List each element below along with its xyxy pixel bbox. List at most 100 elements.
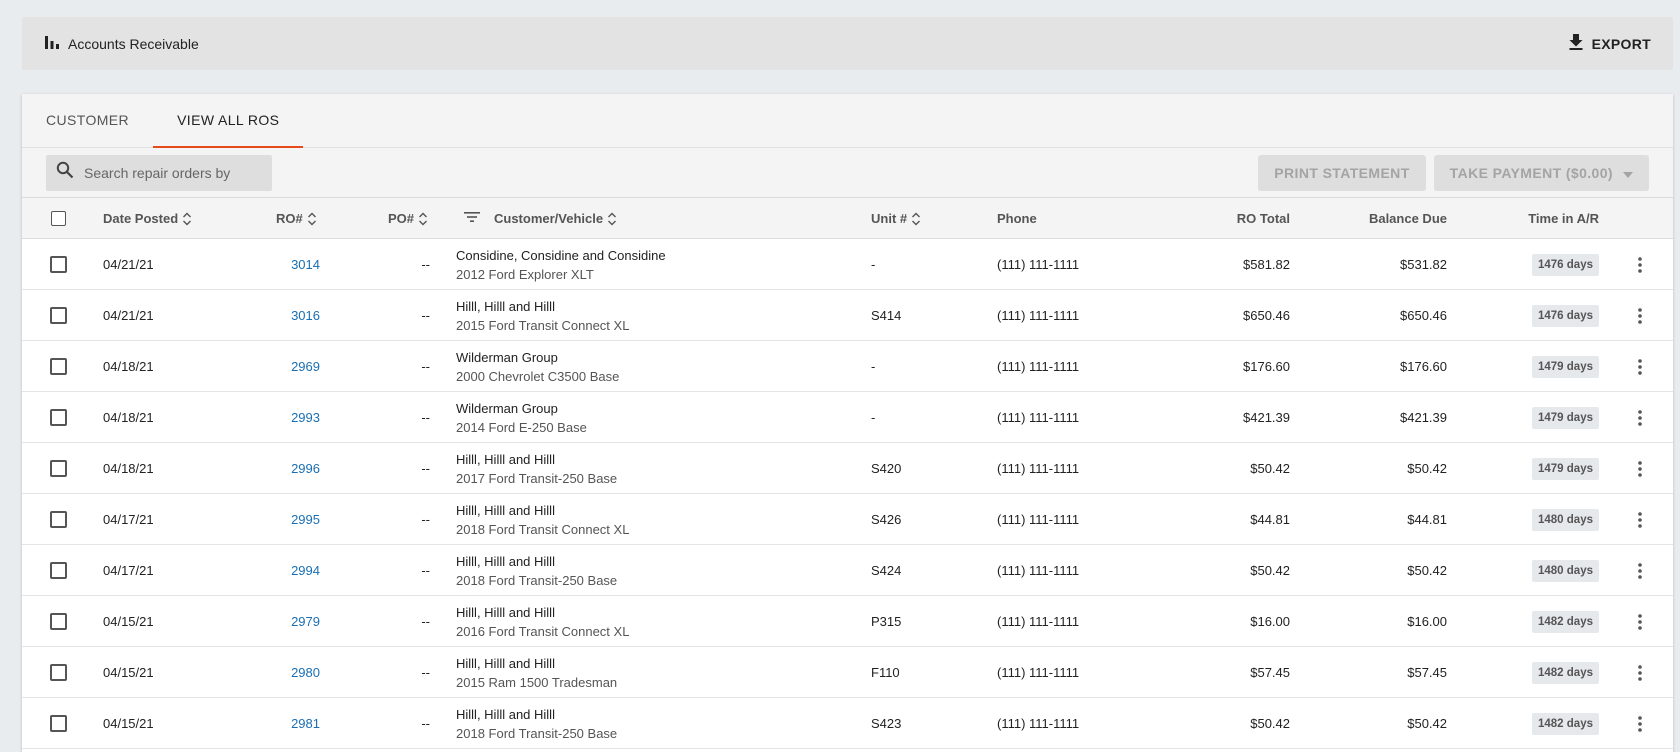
table-row[interactable]: 04/18/21 2993 -- Wilderman Group 2014 Fo…: [22, 392, 1673, 443]
more-vert-icon[interactable]: [1628, 661, 1652, 685]
ro-number-link[interactable]: 2996: [252, 443, 320, 494]
row-checkbox[interactable]: [50, 562, 67, 579]
ro-link-text[interactable]: 2981: [291, 716, 320, 731]
row-checkbox[interactable]: [50, 409, 67, 426]
ro-total: $16.00: [1250, 614, 1290, 629]
row-checkbox[interactable]: [50, 715, 67, 732]
ro-number-link[interactable]: 2980: [252, 647, 320, 698]
ro-link-text[interactable]: 2979: [291, 614, 320, 629]
ro-total: $50.42: [1250, 716, 1290, 731]
table-row[interactable]: 04/18/21 2969 -- Wilderman Group 2000 Ch…: [22, 341, 1673, 392]
customer-name: Hilll, Hilll and Hilll: [456, 502, 555, 518]
col-ro-number[interactable]: RO#: [276, 198, 317, 239]
unit-number: S414: [871, 308, 902, 323]
col-ro-total: RO Total: [1236, 211, 1290, 226]
row-checkbox-cell: [50, 647, 67, 698]
page-header: Accounts Receivable EXPORT: [22, 17, 1673, 70]
row-checkbox[interactable]: [50, 511, 67, 528]
ro-total: $421.39: [1243, 410, 1290, 425]
more-vert-icon[interactable]: [1628, 253, 1652, 277]
row-menu-cell: [1628, 647, 1652, 698]
time-in-ar-cell: 1482 days: [1462, 647, 1599, 698]
tab-customer[interactable]: CUSTOMER: [22, 93, 153, 147]
po-number: --: [421, 614, 430, 629]
row-menu-cell: [1628, 239, 1652, 290]
time-in-ar-cell: 1476 days: [1462, 290, 1599, 341]
ro-number-link[interactable]: 2979: [252, 596, 320, 647]
col-unit-number[interactable]: Unit #: [871, 198, 921, 239]
table-row[interactable]: 04/21/21 3014 -- Considine, Considine an…: [22, 239, 1673, 290]
ro-number-link[interactable]: 2969: [252, 341, 320, 392]
row-menu-cell: [1628, 545, 1652, 596]
more-vert-icon[interactable]: [1628, 712, 1652, 736]
customer-vehicle: Wilderman Group 2014 Ford E-250 Base: [456, 392, 587, 443]
more-vert-icon[interactable]: [1628, 508, 1652, 532]
customer-name: Hilll, Hilll and Hilll: [456, 655, 555, 671]
unit-number: S420: [871, 461, 902, 476]
table-row[interactable]: 04/15/21 2981 -- Hilll, Hilll and Hilll …: [22, 698, 1673, 749]
ro-link-text[interactable]: 2993: [291, 410, 320, 425]
col-po-number[interactable]: PO#: [388, 198, 428, 239]
ro-link-text[interactable]: 2994: [291, 563, 320, 578]
table-row[interactable]: 04/15/21 2980 -- Hilll, Hilll and Hilll …: [22, 647, 1673, 698]
ro-link-text[interactable]: 2969: [291, 359, 320, 374]
date-posted: 04/18/21: [103, 461, 154, 476]
customer-name: Hilll, Hilll and Hilll: [456, 451, 555, 467]
po-number: --: [421, 257, 430, 272]
date-posted: 04/18/21: [103, 359, 154, 374]
row-checkbox[interactable]: [50, 307, 67, 324]
ro-link-text[interactable]: 3016: [291, 308, 320, 323]
table-row[interactable]: 04/17/21 2994 -- Hilll, Hilll and Hilll …: [22, 545, 1673, 596]
more-vert-icon[interactable]: [1628, 610, 1652, 634]
row-menu-cell: [1628, 698, 1652, 749]
export-button[interactable]: EXPORT: [1568, 33, 1651, 54]
col-customer-vehicle[interactable]: Customer/Vehicle: [464, 198, 617, 239]
phone-number: (111) 111-1111: [997, 461, 1080, 476]
vehicle-name: 2000 Chevrolet C3500 Base: [456, 368, 620, 384]
ro-number-link[interactable]: 3014: [252, 239, 320, 290]
unit-number: F110: [871, 665, 900, 680]
table-row[interactable]: 04/17/21 2995 -- Hilll, Hilll and Hilll …: [22, 494, 1673, 545]
row-checkbox[interactable]: [50, 664, 67, 681]
vehicle-name: 2015 Ford Transit Connect XL: [456, 317, 630, 333]
balance-due: $44.81: [1407, 512, 1447, 527]
row-menu-cell: [1628, 290, 1652, 341]
take-payment-button[interactable]: TAKE PAYMENT ($0.00): [1433, 154, 1649, 191]
time-in-ar-cell: 1482 days: [1462, 596, 1599, 647]
table-row[interactable]: 04/21/21 3016 -- Hilll, Hilll and Hilll …: [22, 290, 1673, 341]
more-vert-icon[interactable]: [1628, 355, 1652, 379]
search-box[interactable]: [46, 154, 272, 191]
more-vert-icon[interactable]: [1628, 304, 1652, 328]
customer-vehicle: Hilll, Hilll and Hilll 2015 Ford Transit…: [456, 290, 629, 341]
table-row[interactable]: 04/15/21 2979 -- Hilll, Hilll and Hilll …: [22, 596, 1673, 647]
ro-link-text[interactable]: 3014: [291, 257, 320, 272]
ro-link-text[interactable]: 2996: [291, 461, 320, 476]
date-posted: 04/15/21: [103, 614, 154, 629]
row-checkbox[interactable]: [50, 613, 67, 630]
search-input[interactable]: [84, 164, 264, 181]
tab-view-all-ros[interactable]: VIEW ALL ROS: [153, 93, 304, 148]
row-checkbox[interactable]: [50, 256, 67, 273]
customer-vehicle: Hilll, Hilll and Hilll 2018 Ford Transit…: [456, 698, 617, 749]
ro-number-link[interactable]: 2994: [252, 545, 320, 596]
search-icon: [56, 161, 74, 184]
row-checkbox[interactable]: [50, 460, 67, 477]
row-checkbox[interactable]: [50, 358, 67, 375]
filter-icon[interactable]: [464, 211, 480, 226]
table-row[interactable]: 04/18/21 2996 -- Hilll, Hilll and Hilll …: [22, 443, 1673, 494]
more-vert-icon[interactable]: [1628, 457, 1652, 481]
time-in-ar-badge: 1476 days: [1532, 304, 1599, 327]
ro-number-link[interactable]: 3016: [252, 290, 320, 341]
select-all-checkbox[interactable]: [51, 211, 66, 226]
customer-vehicle: Hilll, Hilll and Hilll 2017 Ford Transit…: [456, 443, 617, 494]
ro-number-link[interactable]: 2993: [252, 392, 320, 443]
ro-number-link[interactable]: 2981: [252, 698, 320, 749]
ro-link-text[interactable]: 2995: [291, 512, 320, 527]
more-vert-icon[interactable]: [1628, 406, 1652, 430]
print-statement-button[interactable]: PRINT STATEMENT: [1258, 154, 1426, 191]
ro-number-link[interactable]: 2995: [252, 494, 320, 545]
row-menu-cell: [1628, 596, 1652, 647]
ro-link-text[interactable]: 2980: [291, 665, 320, 680]
col-date-posted[interactable]: Date Posted: [103, 198, 192, 239]
more-vert-icon[interactable]: [1628, 559, 1652, 583]
